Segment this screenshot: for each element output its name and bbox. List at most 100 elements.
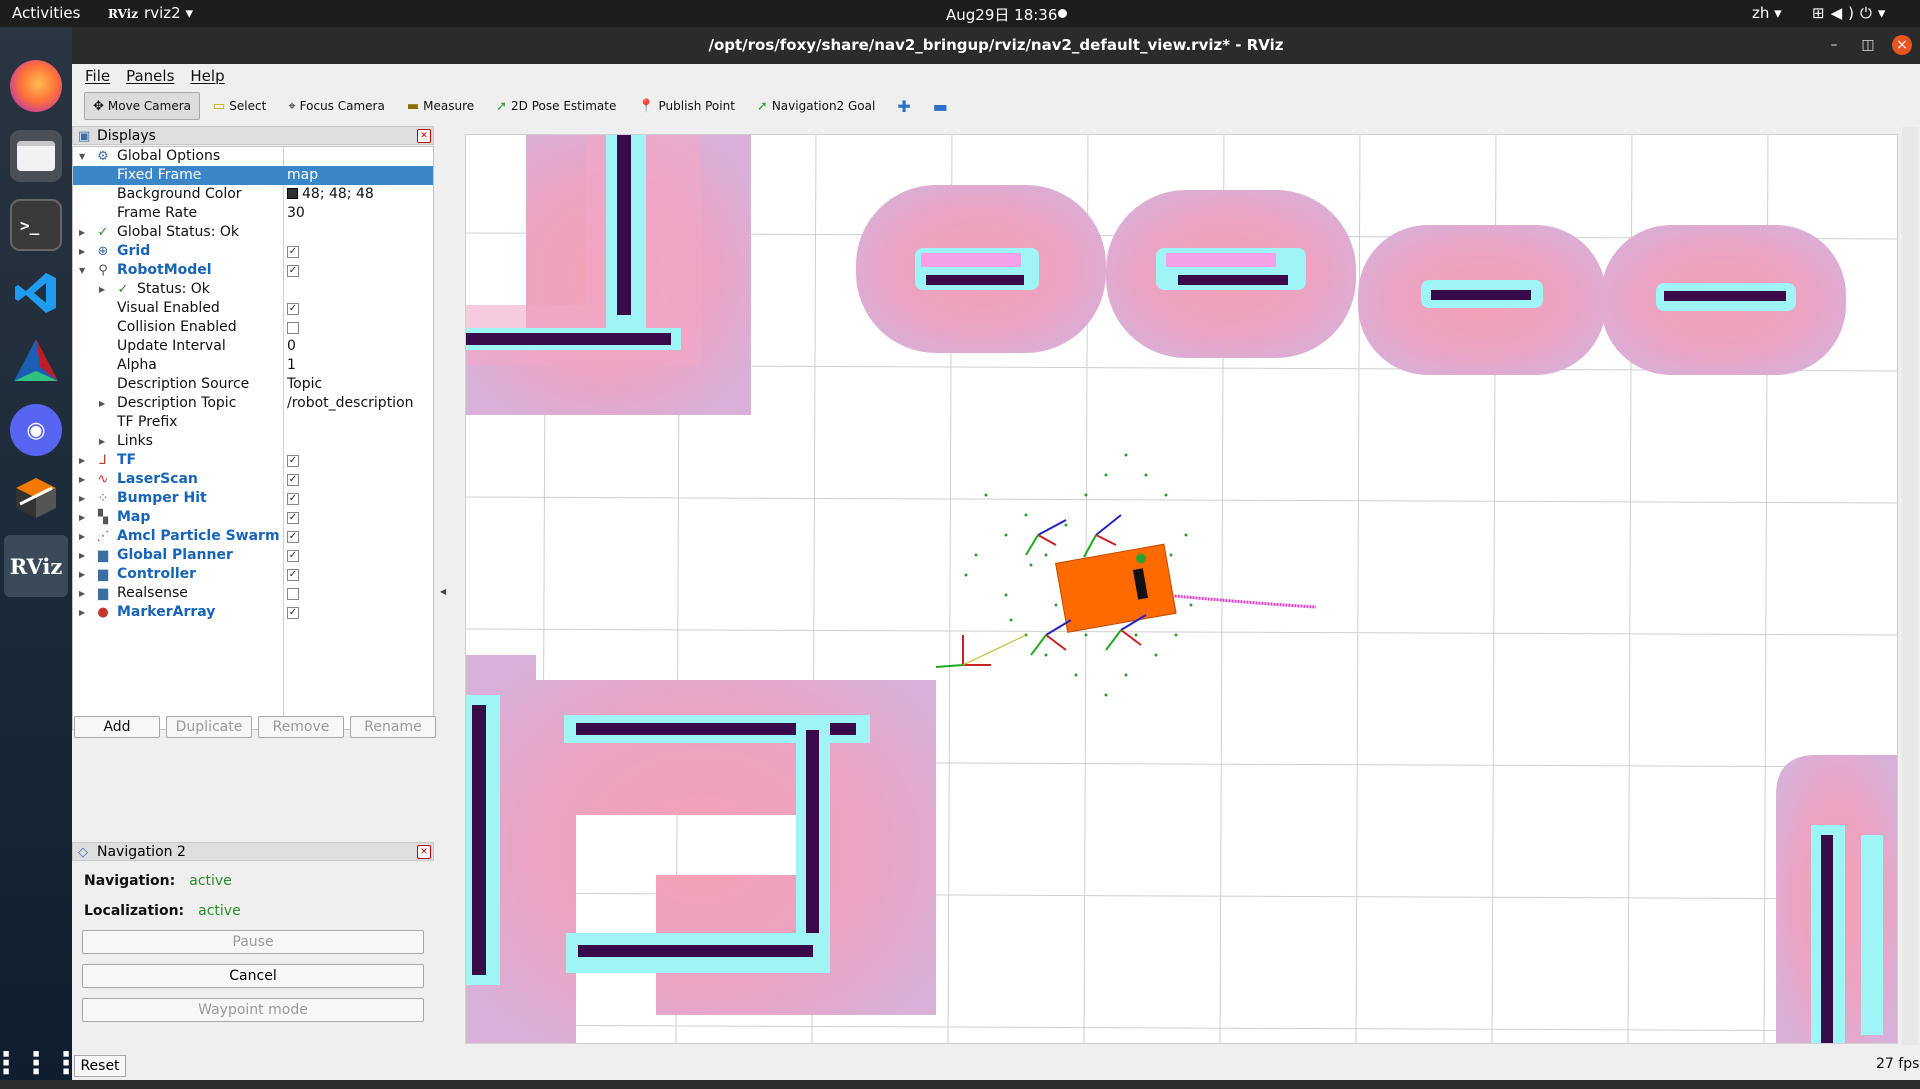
grid-checkbox[interactable]: ✓: [287, 246, 299, 258]
menu-panels[interactable]: Panels: [123, 67, 177, 85]
terminal-icon[interactable]: >_: [10, 199, 62, 251]
expand-arrow-icon[interactable]: ▶: [79, 584, 85, 603]
firefox-icon[interactable]: [10, 60, 62, 112]
expand-arrow-icon[interactable]: ▶: [99, 280, 105, 299]
remove-tool-button[interactable]: ▬: [924, 92, 957, 120]
duplicate-button[interactable]: Duplicate: [166, 716, 252, 738]
rviz-dock-icon[interactable]: RViz: [4, 535, 68, 597]
maximize-icon[interactable]: ◫: [1858, 35, 1878, 55]
nav-goal-button[interactable]: ➚ Navigation2 Goal: [748, 92, 884, 120]
global-planner-checkbox[interactable]: ✓: [287, 550, 299, 562]
menu-help[interactable]: Help: [187, 67, 227, 85]
tree-row-tf[interactable]: ▶ ⅃ TF ✓: [73, 451, 433, 470]
tree-row-links[interactable]: ▶ Links: [73, 432, 433, 451]
tree-row-global-planner[interactable]: ▶ ▆ Global Planner ✓: [73, 546, 433, 565]
tree-row-realsense[interactable]: ▶ ▆ Realsense: [73, 584, 433, 603]
expand-arrow-icon[interactable]: ▼: [79, 261, 85, 280]
tree-row-description-source[interactable]: Description Source Topic: [73, 375, 433, 394]
virtualbox-icon[interactable]: [10, 472, 62, 524]
amcl-checkbox[interactable]: ✓: [287, 531, 299, 543]
show-apps-icon[interactable]: ⋮⋮⋮: [0, 1037, 81, 1089]
add-button[interactable]: Add: [74, 716, 160, 738]
minimize-icon[interactable]: –: [1824, 35, 1844, 55]
tree-row-map[interactable]: ▶ ▚ Map ✓: [73, 508, 433, 527]
row-value[interactable]: 1: [287, 356, 296, 375]
expand-arrow-icon[interactable]: ▶: [79, 223, 85, 242]
row-value[interactable]: 30: [287, 204, 305, 223]
expand-arrow-icon[interactable]: ▶: [79, 565, 85, 584]
tree-row-status-ok[interactable]: ▶ ✓ Status: Ok: [73, 280, 433, 299]
close-panel-icon[interactable]: ✕: [417, 845, 431, 859]
expand-arrow-icon[interactable]: ▶: [79, 451, 85, 470]
render-viewport[interactable]: [465, 134, 1898, 1044]
expand-arrow-icon[interactable]: ▶: [79, 527, 85, 546]
files-icon[interactable]: [10, 130, 62, 182]
row-value[interactable]: 0: [287, 337, 296, 356]
expand-arrow-icon[interactable]: ▶: [79, 546, 85, 565]
row-value-wrap[interactable]: 48; 48; 48: [287, 185, 374, 204]
tree-row-controller[interactable]: ▶ ▆ Controller ✓: [73, 565, 433, 584]
close-icon[interactable]: ×: [1892, 35, 1912, 55]
focus-camera-button[interactable]: ⌖ Focus Camera: [279, 92, 394, 120]
displays-title-bar[interactable]: ▣ Displays ✕: [72, 126, 434, 145]
visual-enabled-checkbox[interactable]: ✓: [287, 303, 299, 315]
remove-button[interactable]: Remove: [258, 716, 344, 738]
laserscan-checkbox[interactable]: ✓: [287, 474, 299, 486]
row-value[interactable]: Topic: [287, 375, 322, 394]
tree-row-visual-enabled[interactable]: Visual Enabled ✓: [73, 299, 433, 318]
measure-button[interactable]: ▬ Measure: [398, 92, 483, 120]
map-canvas[interactable]: [466, 135, 1898, 1044]
tree-row-grid[interactable]: ▶ ⊕ Grid ✓: [73, 242, 433, 261]
pause-button[interactable]: Pause: [82, 930, 424, 954]
collapse-left-icon[interactable]: ◀: [440, 587, 446, 596]
system-tray[interactable]: ⊞◀)⏻▾: [1812, 4, 1891, 22]
cmake-icon[interactable]: [10, 335, 62, 387]
tree-row-laserscan[interactable]: ▶ ∿ LaserScan ✓: [73, 470, 433, 489]
tree-row-global-status[interactable]: ▶ ✓ Global Status: Ok: [73, 223, 433, 242]
pose-estimate-button[interactable]: ➚ 2D Pose Estimate: [487, 92, 625, 120]
reset-button[interactable]: Reset: [74, 1055, 126, 1077]
tree-row-global-options[interactable]: ▼ ⚙ Global Options: [73, 147, 433, 166]
publish-point-button[interactable]: 📍 Publish Point: [629, 92, 744, 120]
expand-arrow-icon[interactable]: ▶: [79, 508, 85, 527]
expand-arrow-icon[interactable]: ▶: [79, 489, 85, 508]
select-button[interactable]: ▭ Select: [204, 92, 275, 120]
robotmodel-checkbox[interactable]: ✓: [287, 265, 299, 277]
row-value[interactable]: /robot_description: [287, 394, 414, 413]
expand-arrow-icon[interactable]: ▶: [79, 242, 85, 261]
input-method-indicator[interactable]: zh ▾: [1752, 4, 1782, 22]
tree-row-amcl-particle-swarm[interactable]: ▶ ⋰ Amcl Particle Swarm ✓: [73, 527, 433, 546]
tree-row-tf-prefix[interactable]: TF Prefix: [73, 413, 433, 432]
clock[interactable]: Aug29日 18:36: [946, 4, 1057, 25]
realsense-checkbox[interactable]: [287, 588, 299, 600]
close-panel-icon[interactable]: ✕: [417, 129, 431, 143]
tf-checkbox[interactable]: ✓: [287, 455, 299, 467]
tree-row-markerarray[interactable]: ▶ ● MarkerArray ✓: [73, 603, 433, 622]
markerarray-checkbox[interactable]: ✓: [287, 607, 299, 619]
waypoint-mode-button[interactable]: Waypoint mode: [82, 998, 424, 1022]
add-tool-button[interactable]: ✚: [888, 92, 919, 120]
tree-row-collision-enabled[interactable]: Collision Enabled: [73, 318, 433, 337]
app-menu[interactable]: RViz rviz2 ▾: [108, 4, 193, 22]
tree-row-background-color[interactable]: Background Color 48; 48; 48: [73, 185, 433, 204]
discord-icon[interactable]: ◉: [10, 404, 62, 456]
bumper-hit-checkbox[interactable]: ✓: [287, 493, 299, 505]
vscode-icon[interactable]: [10, 267, 62, 319]
cancel-button[interactable]: Cancel: [82, 964, 424, 988]
expand-arrow-icon[interactable]: ▶: [99, 432, 105, 451]
tree-row-alpha[interactable]: Alpha 1: [73, 356, 433, 375]
controller-checkbox[interactable]: ✓: [287, 569, 299, 581]
tree-row-description-topic[interactable]: ▶ Description Topic/robot_description: [73, 394, 433, 413]
tree-row-bumper-hit[interactable]: ▶ ⁘ Bumper Hit ✓: [73, 489, 433, 508]
expand-arrow-icon[interactable]: ▶: [79, 603, 85, 622]
expand-arrow-icon[interactable]: ▶: [79, 470, 85, 489]
row-value[interactable]: map: [287, 166, 318, 185]
tree-row-frame-rate[interactable]: Frame Rate 30: [73, 204, 433, 223]
collision-enabled-checkbox[interactable]: [287, 322, 299, 334]
rename-button[interactable]: Rename: [350, 716, 436, 738]
tree-row-fixed-frame[interactable]: Fixed Frame map: [73, 166, 433, 185]
tree-row-robotmodel[interactable]: ▼ ⚲ RobotModel ✓: [73, 261, 433, 280]
move-camera-button[interactable]: ✥ Move Camera: [84, 92, 200, 120]
tree-row-update-interval[interactable]: Update Interval 0: [73, 337, 433, 356]
expand-arrow-icon[interactable]: ▼: [79, 147, 85, 166]
